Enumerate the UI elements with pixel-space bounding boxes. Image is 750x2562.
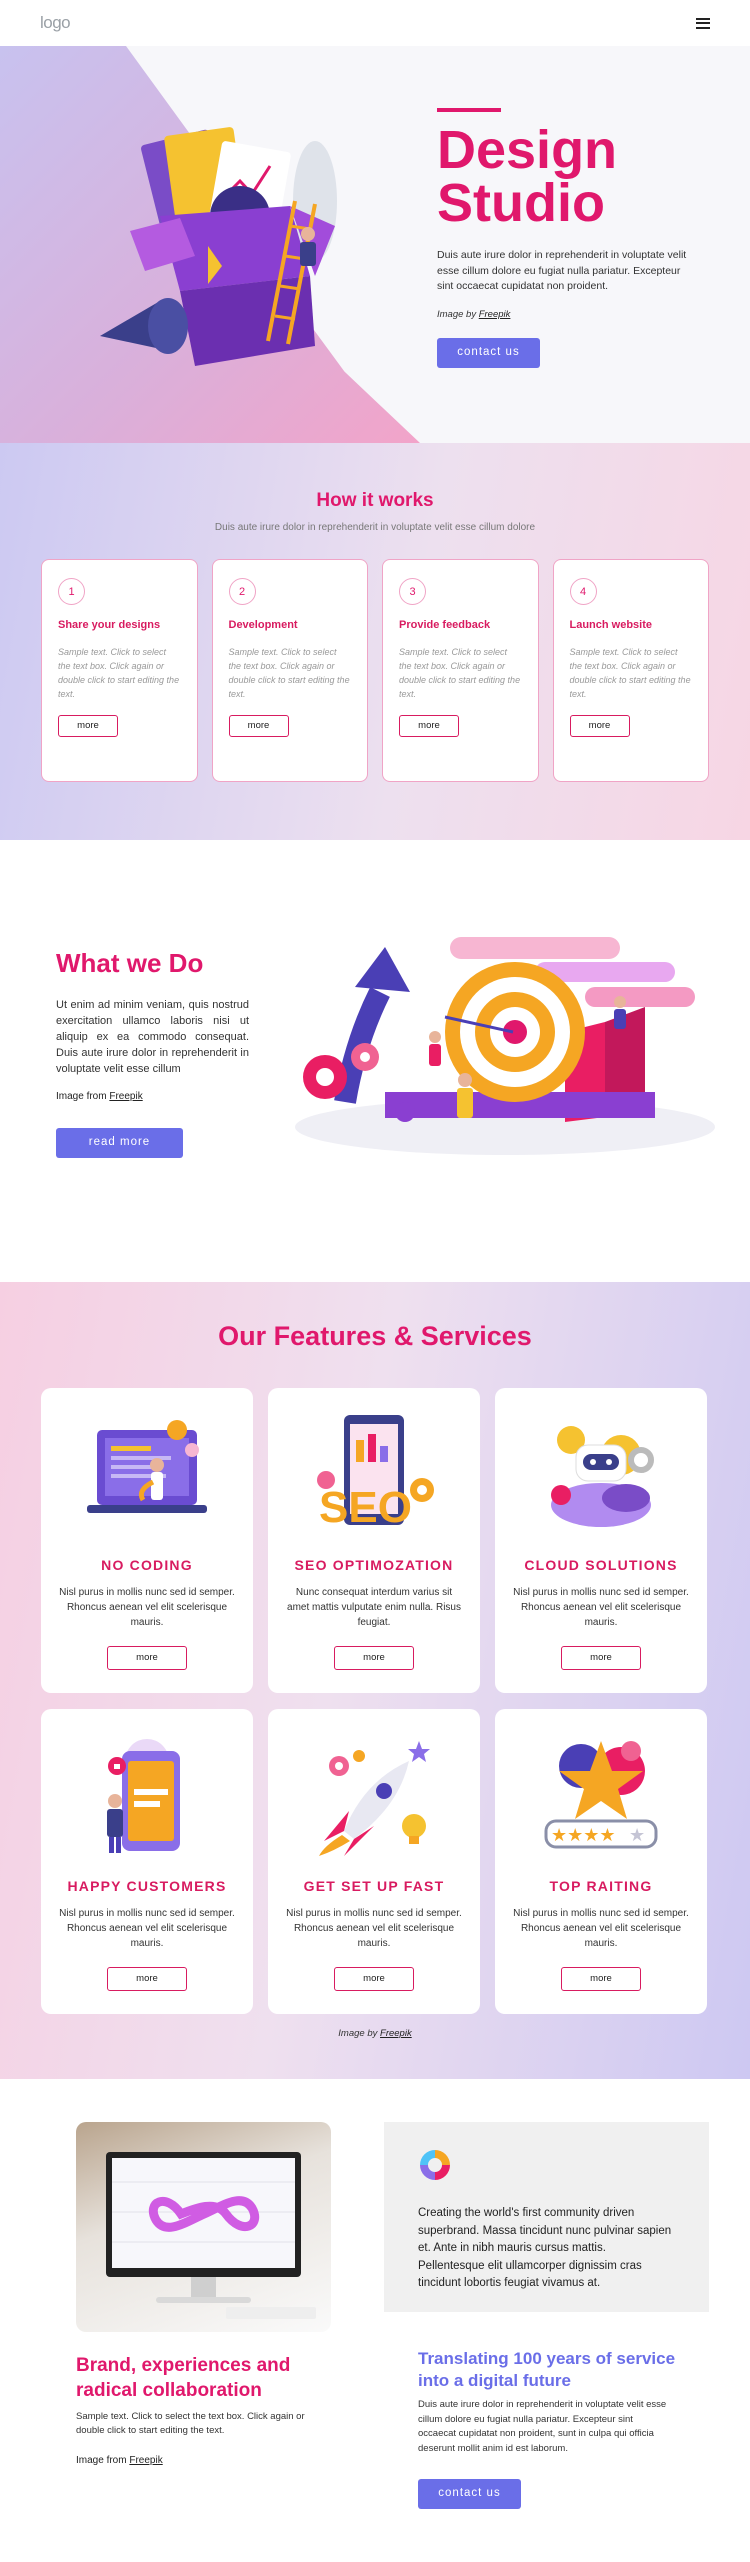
digital-future-title: Translating 100 years of service into a … (418, 2349, 676, 2390)
feature-title: HAPPY CUSTOMERS (67, 1878, 227, 1894)
features-section: Our Features & Services NO CODING Nisl p… (0, 1282, 750, 2079)
hero-image-credit: Image by Freepik (437, 309, 687, 320)
what-we-do-text: What we Do Ut enim ad minim veniam, quis… (56, 948, 249, 1158)
developer-laptop-icon (87, 1420, 207, 1513)
step-text: Sample text. Click to select the text bo… (228, 647, 350, 699)
community-box: Creating the world's first community dri… (384, 2122, 709, 2312)
feature-text: Nisl purus in mollis nunc sed id semper.… (513, 1908, 689, 1949)
credit-prefix: Image by (437, 308, 477, 320)
feature-more-button[interactable]: more (334, 1646, 414, 1670)
steps-row: 1 Share your designs Sample text. Click … (0, 559, 750, 782)
feature-card: HAPPY CUSTOMERS Nisl purus in mollis nun… (41, 1709, 253, 2014)
feature-title: CLOUD SOLUTIONS (524, 1557, 678, 1573)
hamburger-menu-icon[interactable] (696, 17, 710, 29)
step-title: Development (228, 619, 298, 631)
what-we-do-description: Ut enim ad minim veniam, quis nostrud ex… (56, 999, 249, 1075)
step-number-badge: 4 (569, 578, 597, 605)
site-header: logo (0, 0, 750, 46)
step-more-button[interactable]: more (399, 715, 459, 737)
monitor-photo (76, 2122, 331, 2332)
step-card: 4 Launch website Sample text. Click to s… (552, 559, 709, 782)
step-card: 3 Provide feedback Sample text. Click to… (382, 559, 539, 782)
brand-section: Brand, experiences and radical collabora… (0, 2079, 750, 2553)
how-it-works-title: How it works (316, 490, 434, 511)
feature-card: ★★★★ ★ TOP RAITING Nisl purus in mollis … (495, 1709, 707, 2014)
feature-title: GET SET UP FAST (303, 1878, 445, 1894)
step-text: Sample text. Click to select the text bo… (569, 647, 691, 699)
how-it-works-section: How it works Duis aute irure dolor in re… (0, 443, 750, 840)
what-we-do-section: What we Do Ut enim ad minim veniam, quis… (0, 840, 750, 1282)
step-more-button[interactable]: more (228, 715, 289, 737)
brand-image-credit: Image from Freepik (76, 2455, 163, 2466)
feature-title: SEO OPTIMOZATION (294, 1557, 454, 1573)
feature-more-button[interactable]: more (107, 1646, 187, 1670)
color-ring-icon (420, 2150, 450, 2180)
freepik-link[interactable]: Freepik (479, 309, 511, 320)
step-number-badge: 3 (399, 578, 426, 605)
hero-title: Design Studio (437, 120, 618, 233)
what-image-credit: Image from Freepik (56, 1091, 249, 1102)
step-number-badge: 1 (58, 578, 85, 605)
contact-us-button[interactable]: contact us (437, 337, 540, 368)
step-title: Launch website (569, 619, 653, 631)
phone-customer-icon (107, 1739, 180, 1853)
logo[interactable]: logo (40, 13, 71, 33)
svg-text:★: ★ (629, 1825, 645, 1846)
how-it-works-subtitle: Duis aute irure dolor in reprehenderit i… (214, 522, 536, 533)
feature-text: Nunc consequat interdum varius sit amet … (287, 1587, 461, 1628)
features-image-credit: Image by Freepik (0, 2028, 750, 2039)
read-more-button[interactable]: read more (56, 1128, 183, 1158)
feature-card: NO CODING Nisl purus in mollis nunc sed … (41, 1388, 253, 1693)
feature-more-button[interactable]: more (334, 1967, 414, 1991)
features-grid: NO CODING Nisl purus in mollis nunc sed … (0, 1388, 750, 2014)
feature-title: NO CODING (101, 1557, 193, 1573)
hero-section: Design Studio Duis aute irure dolor in r… (0, 46, 750, 443)
feature-text: Nisl purus in mollis nunc sed id semper.… (513, 1587, 689, 1628)
star-rating-icon: ★★★★ ★ (544, 1741, 658, 1849)
feature-text: Nisl purus in mollis nunc sed id semper.… (59, 1908, 235, 1949)
hero-accent-line (437, 108, 501, 112)
hero-description: Duis aute irure dolor in reprehenderit i… (437, 249, 687, 292)
feature-more-button[interactable]: more (561, 1646, 641, 1670)
brand-title: Brand, experiences and radical collabora… (76, 2355, 291, 2401)
freepik-link[interactable]: Freepik (109, 1091, 142, 1102)
what-we-do-title: What we Do (56, 948, 204, 978)
credit-prefix: Image by (338, 2028, 378, 2039)
step-card: 2 Development Sample text. Click to sele… (211, 559, 368, 782)
svg-text:★★★★: ★★★★ (551, 1825, 616, 1846)
feature-title: TOP RAITING (549, 1878, 653, 1894)
contact-us-button[interactable]: contact us (418, 2479, 521, 2509)
step-title: Share your designs (58, 619, 161, 631)
step-card: 1 Share your designs Sample text. Click … (41, 559, 198, 782)
rocket-launch-icon (319, 1741, 430, 1856)
credit-prefix: Image from (76, 2455, 127, 2466)
design-box-illustration-icon (100, 127, 337, 366)
community-text: Creating the world's first community dri… (418, 2207, 672, 2289)
step-text: Sample text. Click to select the text bo… (58, 647, 180, 699)
feature-more-button[interactable]: more (107, 1967, 187, 1991)
step-text: Sample text. Click to select the text bo… (399, 647, 521, 699)
svg-text:SEO: SEO (319, 1483, 412, 1532)
step-number-badge: 2 (228, 578, 256, 605)
feature-card: GET SET UP FAST Nisl purus in mollis nun… (268, 1709, 480, 2014)
computer-monitor-icon (106, 2152, 316, 2319)
robot-cloud-icon (551, 1426, 654, 1527)
step-title: Provide feedback (399, 619, 491, 631)
digital-future-text: Duis aute irure dolor in reprehenderit i… (418, 2399, 667, 2454)
hero-text-block: Design Studio Duis aute irure dolor in r… (437, 108, 687, 368)
feature-card: CLOUD SOLUTIONS Nisl purus in mollis nun… (495, 1388, 707, 1693)
step-more-button[interactable]: more (58, 715, 118, 737)
target-growth-illustration-icon (295, 937, 715, 1155)
feature-text: Nisl purus in mollis nunc sed id semper.… (59, 1587, 235, 1628)
seo-chart-icon: SEO (317, 1415, 434, 1532)
freepik-link[interactable]: Freepik (380, 2028, 412, 2039)
freepik-link[interactable]: Freepik (129, 2455, 162, 2466)
credit-prefix: Image from (56, 1091, 107, 1102)
feature-text: Nisl purus in mollis nunc sed id semper.… (286, 1908, 462, 1949)
step-more-button[interactable]: more (569, 715, 630, 737)
features-title: Our Features & Services (218, 1321, 532, 1351)
feature-more-button[interactable]: more (561, 1967, 641, 1991)
feature-card: SEO SEO OPTIMOZATION Nunc consequat inte… (268, 1388, 480, 1693)
brand-text: Sample text. Click to select the text bo… (76, 2411, 305, 2436)
